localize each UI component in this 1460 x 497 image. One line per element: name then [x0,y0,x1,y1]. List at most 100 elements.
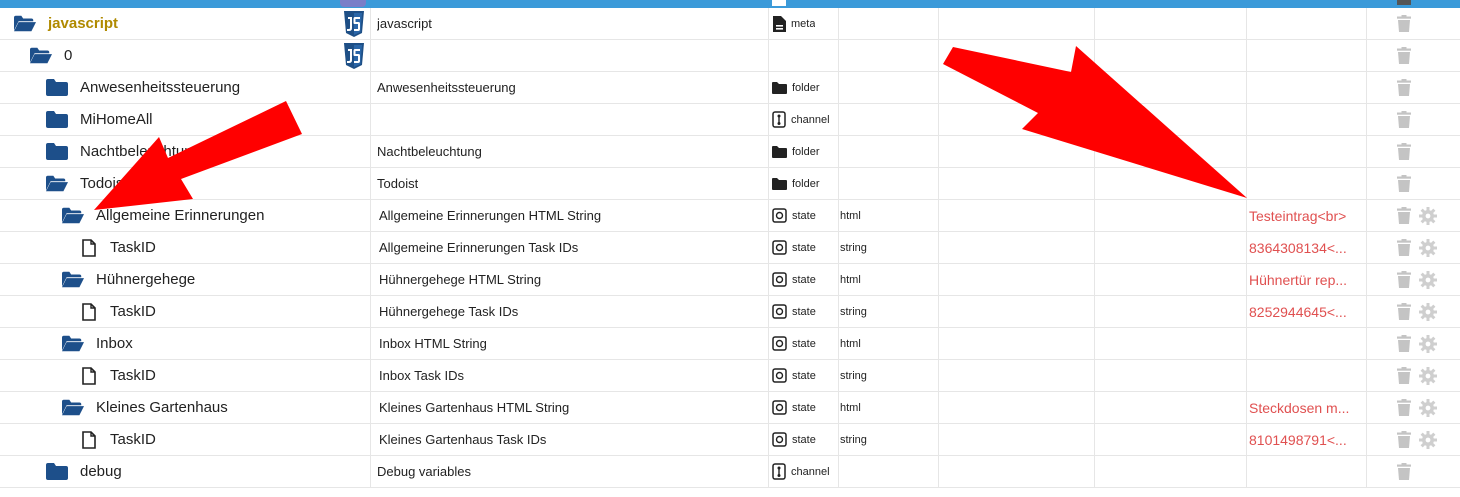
tree-node[interactable]: TaskID [82,296,156,327]
folder-icon[interactable] [46,143,68,160]
file-icon [82,366,96,385]
folder-open-icon[interactable] [14,15,36,32]
object-description: Inbox HTML String [379,336,487,351]
trash-icon[interactable] [1397,15,1411,32]
folder-icon[interactable] [46,79,68,96]
tree-node[interactable]: TaskID [82,360,156,391]
object-name: Anwesenheitssteuerung [80,79,241,96]
trash-icon[interactable] [1397,111,1411,128]
object-value[interactable]: Testeintrag<br> [1249,200,1365,231]
trash-icon[interactable] [1397,335,1411,352]
folder-icon[interactable] [46,111,68,128]
object-role: string [840,305,867,318]
state-icon [772,272,787,287]
trash-icon[interactable] [1397,367,1411,384]
table-row[interactable]: debug Debug variables channel [0,456,1460,488]
object-name: debug [80,463,122,480]
tree-node[interactable]: debug [46,456,122,487]
trash-icon[interactable] [1397,271,1411,288]
tree-node[interactable]: 0 [30,40,72,71]
trash-icon[interactable] [1397,207,1411,224]
tree-node[interactable]: Inbox [62,328,133,359]
folder-icon[interactable] [46,463,68,480]
object-type: state [772,360,816,391]
tree-node[interactable]: Allgemeine Erinnerungen [62,200,264,231]
folder-open-icon[interactable] [62,271,84,288]
object-value[interactable]: Steckdosen m... [1249,392,1365,423]
tree-node[interactable]: Hühnergehege [62,264,195,295]
table-row[interactable]: TaskID Allgemeine Erinnerungen Task IDs st… [0,232,1460,264]
table-row[interactable]: Nachtbeleuchtung Nachtbeleuchtung folder [0,136,1460,168]
table-row[interactable]: Hühnergehege Hühnergehege HTML String stat… [0,264,1460,296]
table-row[interactable]: TaskID Hühnergehege Task IDs state string 82… [0,296,1460,328]
file-icon [82,430,96,449]
gear-icon[interactable] [1419,335,1437,353]
tree-node[interactable]: javascript [14,8,118,39]
type-label: state [792,369,816,382]
js-icon [344,43,364,69]
trash-icon[interactable] [1397,79,1411,96]
object-description: javascript [377,16,432,31]
file-icon [82,302,96,321]
object-value[interactable]: Hühnertür rep... [1249,264,1365,295]
folder-open-icon[interactable] [62,207,84,224]
gear-icon[interactable] [1419,399,1437,417]
folder-open-icon[interactable] [46,175,68,192]
tree-node[interactable]: Anwesenheitssteuerung [46,72,240,103]
channel-icon [772,463,786,480]
tree-node[interactable]: Todoist [46,168,128,199]
trash-icon[interactable] [1397,399,1411,416]
trash-icon[interactable] [1397,303,1411,320]
table-row[interactable]: Kleines Gartenhaus Kleines Gartenhaus HTM… [0,392,1460,424]
folder-open-icon[interactable] [30,47,52,64]
trash-icon[interactable] [1397,175,1411,192]
table-row[interactable]: Anwesenheitssteuerung Anwesenheitssteueru… [0,72,1460,104]
object-name: Hühnergehege [96,271,196,288]
tree-node[interactable]: TaskID [82,232,156,263]
trash-icon[interactable] [1397,47,1411,64]
trash-icon[interactable] [1397,463,1411,480]
table-row[interactable]: TaskID Kleines Gartenhaus Task IDs state st… [0,424,1460,456]
object-type: state [772,424,816,455]
type-label: state [792,401,816,414]
table-row[interactable]: 0 [0,40,1460,72]
gear-icon[interactable] [1419,431,1437,449]
object-type: state [772,296,816,327]
object-name: TaskID [110,431,156,448]
object-role: string [840,433,867,446]
tree-node[interactable]: TaskID [82,424,156,455]
gear-icon[interactable] [1419,303,1437,321]
gear-icon[interactable] [1419,207,1437,225]
trash-icon[interactable] [1397,143,1411,160]
trash-icon[interactable] [1397,431,1411,448]
folder-open-icon[interactable] [62,335,84,352]
object-name: 0 [64,47,73,64]
table-row[interactable]: MiHomeAll channel [0,104,1460,136]
state-icon [772,304,787,319]
table-row[interactable]: javascript javascript meta [0,8,1460,40]
object-value[interactable]: 8364308134<... [1249,232,1365,263]
type-label: folder [792,177,820,190]
tree-node[interactable]: Kleines Gartenhaus [62,392,228,423]
gear-icon[interactable] [1419,239,1437,257]
table-row[interactable]: Todoist Todoist folder [0,168,1460,200]
object-value[interactable]: 8101498791<... [1249,424,1365,455]
object-name: TaskID [110,303,156,320]
gear-icon[interactable] [1419,367,1437,385]
table-row[interactable]: TaskID Inbox Task IDs state string [0,360,1460,392]
trash-icon[interactable] [1397,0,1411,5]
folder-open-icon[interactable] [62,399,84,416]
object-value[interactable]: 8252944645<... [1249,296,1365,327]
type-label: meta [791,17,816,30]
state-icon [772,368,787,383]
tree-node[interactable]: Nachtbeleuchtung [46,136,201,167]
object-role: html [840,337,861,350]
gear-icon[interactable] [1419,271,1437,289]
table-row[interactable]: Allgemeine Erinnerungen Allgemeine Erinne… [0,200,1460,232]
state-icon [772,208,787,223]
object-name: TaskID [110,239,156,256]
trash-icon[interactable] [1397,239,1411,256]
type-label: state [792,305,816,318]
table-row[interactable]: Inbox Inbox HTML String state html [0,328,1460,360]
tree-node[interactable]: MiHomeAll [46,104,153,135]
